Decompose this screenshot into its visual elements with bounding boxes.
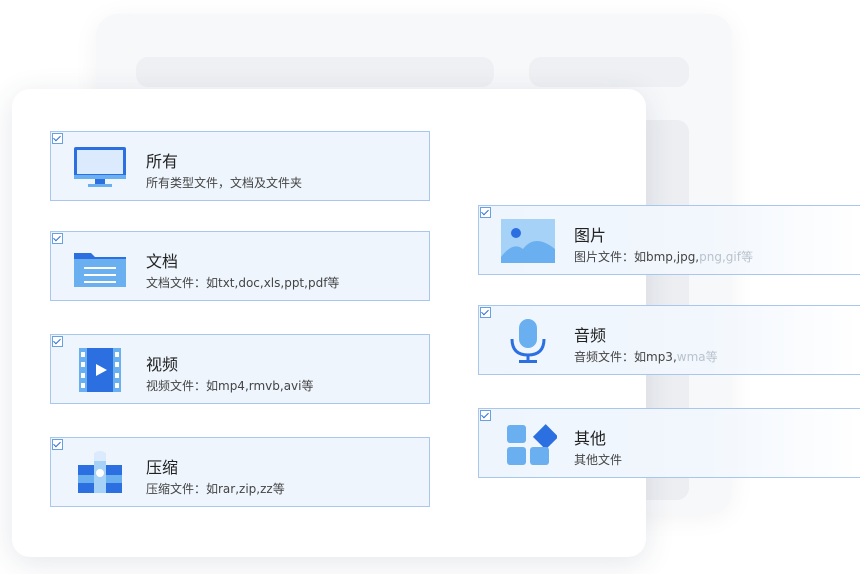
image-icon <box>501 219 555 263</box>
microphone-icon <box>510 319 546 363</box>
checkbox-audio[interactable] <box>480 307 491 318</box>
category-description: 文档文件：如txt,doc,xls,ppt,pdf等 <box>146 276 340 290</box>
category-title: 视频 <box>146 355 179 374</box>
category-title: 音频 <box>574 326 607 345</box>
category-description: 音频文件：如mp3,wma等 <box>574 348 718 365</box>
category-other[interactable]: 其他 其他文件 <box>478 408 860 478</box>
category-all[interactable]: 所有 所有类型文件，文档及文件夹 <box>50 131 430 201</box>
category-title: 所有 <box>146 152 179 171</box>
checkbox-doc[interactable] <box>52 233 63 244</box>
background-placeholder-bar <box>529 57 689 87</box>
category-description: 所有类型文件，文档及文件夹 <box>146 176 303 190</box>
category-title: 其他 <box>574 429 607 448</box>
category-title: 图片 <box>574 226 607 245</box>
category-description: 视频文件：如mp4,rmvb,avi等 <box>146 379 314 393</box>
description-text-faded: wma等 <box>676 350 718 364</box>
category-doc[interactable]: 文档 文档文件：如txt,doc,xls,ppt,pdf等 <box>50 231 430 301</box>
category-video[interactable]: 视频 视频文件：如mp4,rmvb,avi等 <box>50 334 430 404</box>
category-description: 其他文件 <box>574 453 623 467</box>
category-zip[interactable]: 压缩 压缩文件：如rar,zip,zz等 <box>50 437 430 507</box>
checkbox-all[interactable] <box>52 133 63 144</box>
apps-icon <box>507 424 557 465</box>
checkbox-image[interactable] <box>480 207 491 218</box>
checkbox-zip[interactable] <box>52 439 63 450</box>
description-text-faded: png,gif等 <box>699 250 753 264</box>
category-audio[interactable]: 音频 音频文件：如mp3,wma等 <box>478 305 860 375</box>
checkbox-video[interactable] <box>52 336 63 347</box>
background-placeholder-bar <box>136 57 494 87</box>
monitor-icon <box>74 147 126 187</box>
folder-icon <box>74 253 126 287</box>
category-description: 图片文件：如bmp,jpg,png,gif等 <box>574 248 753 265</box>
category-description: 压缩文件：如rar,zip,zz等 <box>146 482 285 496</box>
checkbox-other[interactable] <box>480 410 491 421</box>
film-icon <box>79 348 121 392</box>
archive-icon <box>78 451 122 493</box>
category-title: 压缩 <box>146 458 179 477</box>
category-image[interactable]: 图片 图片文件：如bmp,jpg,png,gif等 <box>478 205 860 275</box>
description-text: 音频文件：如mp3, <box>574 350 677 364</box>
category-title: 文档 <box>146 252 179 271</box>
description-text: 图片文件：如bmp,jpg, <box>574 250 700 264</box>
